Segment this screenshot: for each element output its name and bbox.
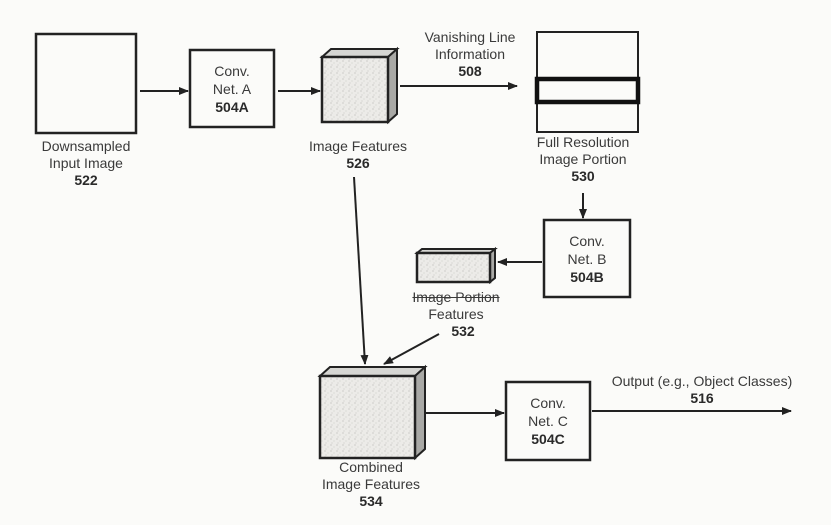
image-features-label: Image Features 526 — [309, 138, 407, 172]
conv-net-b-label: Conv. Net. B 504B — [568, 232, 607, 286]
full-resolution-number: 530 — [571, 168, 595, 184]
combined-features-label: Combined Image Features 534 — [322, 459, 420, 510]
image-portion-features-cube — [414, 246, 498, 285]
input-image-label-line-2: Input Image — [49, 155, 123, 171]
conv-net-b-line-2: Net. B — [567, 251, 607, 267]
input-image-label: Downsampled Input Image 522 — [42, 138, 131, 189]
conv-net-a-line-1: Conv. — [214, 63, 250, 79]
conv-net-c-line-2: Net. C — [528, 413, 568, 429]
portion-features-label-line-2: Features — [428, 306, 484, 322]
conv-net-c-label: Conv. Net. C 504C — [528, 394, 568, 448]
conv-net-a-label: Conv. Net. A 504A — [213, 62, 251, 116]
output-number: 516 — [690, 390, 714, 406]
output-label: Output (e.g., Object Classes) 516 — [612, 373, 793, 407]
vanishing-line-label: Vanishing Line Information 508 — [425, 29, 516, 80]
conv-net-a-number: 504A — [215, 99, 249, 115]
conv-net-c-number: 504C — [531, 431, 565, 447]
diagram-canvas — [34, 31, 792, 462]
vanishing-line-label-line-1: Vanishing Line — [424, 29, 516, 45]
arrow-features-to-combined — [353, 176, 369, 365]
image-features-label-line-1: Image Features — [308, 138, 408, 154]
output-label-line-1: Output (e.g., Object Classes) — [611, 373, 793, 389]
combined-features-label-line-2: Image Features — [321, 476, 421, 492]
input-image-label-line-1: Downsampled — [41, 138, 131, 154]
vanishing-line-label-line-2: Information — [434, 46, 506, 62]
input-image-number: 522 — [74, 172, 98, 188]
full-resolution-label-line-1: Full Resolution — [536, 134, 630, 150]
vanishing-line-number: 508 — [458, 63, 482, 79]
conv-net-b-line-1: Conv. — [569, 233, 605, 249]
combined-image-features-cube — [317, 364, 428, 461]
combined-features-label-line-1: Combined — [339, 459, 403, 475]
portion-features-number: 532 — [451, 323, 475, 339]
conv-net-b-number: 504B — [570, 269, 604, 285]
image-features-number: 526 — [346, 155, 370, 171]
full-resolution-label-line-2: Image Portion — [539, 151, 627, 167]
conv-net-a-line-2: Net. A — [212, 81, 252, 97]
input-image-box — [34, 32, 138, 135]
portion-features-label-line-1: Image Portion — [412, 289, 500, 305]
full-resolution-label: Full Resolution Image Portion 530 — [537, 134, 630, 185]
full-resolution-image-portion — [534, 31, 641, 133]
conv-net-c-line-1: Conv. — [530, 395, 566, 411]
portion-features-label: Image Portion Features 532 — [412, 289, 499, 340]
combined-features-number: 534 — [359, 493, 383, 509]
image-features-cube — [319, 46, 400, 125]
